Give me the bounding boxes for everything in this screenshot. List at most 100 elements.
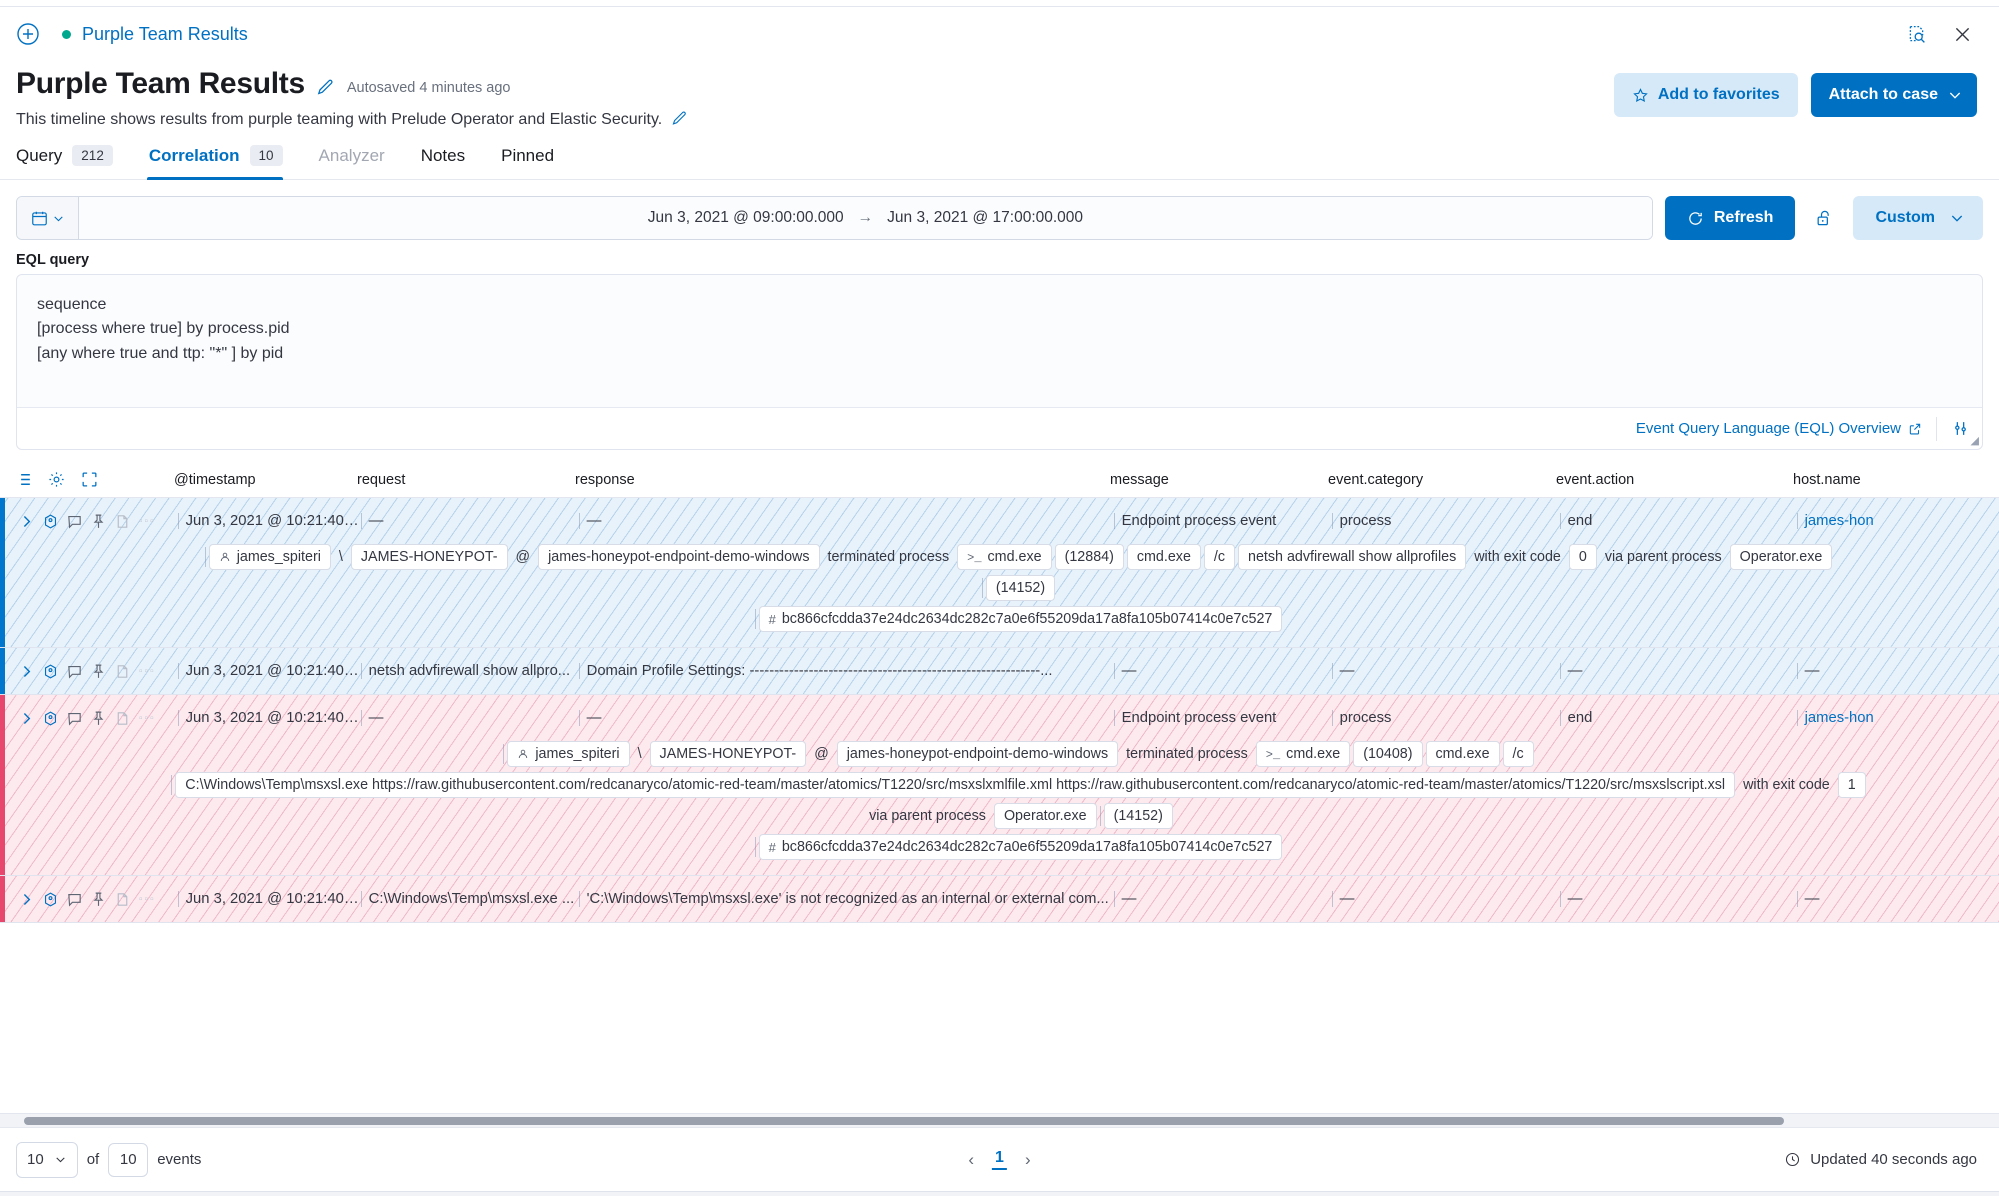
cell-message[interactable]: Endpoint process event	[1114, 710, 1332, 726]
pin-icon[interactable]	[86, 663, 110, 680]
more-actions-icon[interactable]: ▫▫▫	[139, 516, 156, 527]
description-pencil-icon[interactable]	[671, 108, 691, 128]
field-value-pill[interactable]: 1	[1837, 772, 1866, 798]
note-icon[interactable]	[62, 513, 86, 530]
cell-event-category[interactable]: process	[1332, 513, 1560, 529]
column-header-timestamp[interactable]: @timestamp	[174, 472, 357, 488]
unlock-icon[interactable]	[1807, 196, 1841, 240]
copy-icon[interactable]	[110, 663, 134, 680]
sliders-icon[interactable]	[1937, 419, 1970, 438]
copy-icon[interactable]	[110, 513, 134, 530]
gear-icon[interactable]	[47, 470, 66, 489]
inspect-icon[interactable]	[1901, 19, 1931, 49]
pencil-icon[interactable]	[316, 77, 336, 97]
cell-message[interactable]: —	[1114, 663, 1332, 679]
column-header-response[interactable]: response	[575, 472, 1110, 488]
cell-request[interactable]: —	[361, 513, 579, 529]
more-actions-icon[interactable]: ▫▫▫	[139, 713, 156, 724]
page-number-1[interactable]: 1	[992, 1149, 1007, 1170]
chevron-left-icon[interactable]: ‹	[968, 1150, 974, 1170]
cell-event-action[interactable]: end	[1560, 710, 1797, 726]
cell-request[interactable]: —	[361, 710, 579, 726]
plus-circle-icon[interactable]	[14, 20, 42, 48]
cell-host-name[interactable]: james-hon	[1797, 710, 1997, 726]
date-range-group[interactable]: Jun 3, 2021 @ 09:00:00.000 → Jun 3, 2021…	[16, 196, 1653, 240]
field-value-pill[interactable]: (12884)	[1054, 544, 1124, 570]
cell-event-category[interactable]: —	[1332, 663, 1560, 679]
cell-timestamp[interactable]: Jun 3, 2021 @ 10:21:40.564	[178, 891, 361, 907]
field-value-pill[interactable]: Operator.exe	[1729, 544, 1833, 570]
field-value-pill[interactable]: (14152)	[1103, 803, 1173, 829]
scrollbar-thumb[interactable]	[24, 1117, 1784, 1125]
eql-overview-link[interactable]: Event Query Language (EQL) Overview	[1636, 420, 1936, 437]
pin-icon[interactable]	[86, 891, 110, 908]
tab-query[interactable]: Query 212	[16, 145, 127, 179]
cell-event-action[interactable]: —	[1560, 891, 1797, 907]
column-header-request[interactable]: request	[357, 472, 575, 488]
note-icon[interactable]	[62, 710, 86, 727]
cell-message[interactable]: Endpoint process event	[1114, 513, 1332, 529]
cell-host-name[interactable]: james-hon	[1797, 513, 1997, 529]
column-header-host-name[interactable]: host.name	[1793, 472, 1861, 488]
host-name-link[interactable]: james-hon	[1805, 513, 1874, 529]
field-value-pill[interactable]: Operator.exe	[993, 803, 1097, 829]
tab-notes[interactable]: Notes	[421, 146, 479, 179]
refresh-button[interactable]: Refresh	[1664, 196, 1796, 240]
field-value-pill[interactable]: cmd.exe	[1425, 741, 1500, 767]
cell-event-action[interactable]: end	[1560, 513, 1797, 529]
table-row[interactable]: ▫▫▫ Jun 3, 2021 @ 10:21:40.070 netsh advfi…	[0, 648, 1999, 695]
resize-handle-icon[interactable]: ◢	[1971, 434, 1979, 447]
more-actions-icon[interactable]: ▫▫▫	[139, 894, 156, 905]
field-value-pill[interactable]: (14152)	[985, 575, 1056, 601]
field-value-pill[interactable]: james-honeypot-endpoint-demo-windows	[836, 741, 1119, 767]
host-name-link[interactable]: james-hon	[1805, 710, 1874, 726]
timeline-name-label[interactable]: Purple Team Results	[82, 24, 248, 45]
timeline-name-chip[interactable]: Purple Team Results	[62, 24, 248, 45]
field-value-pill[interactable]: # bc866cfcdda37e24dc2634dc282c7a0e6f55209…	[758, 606, 1283, 632]
cell-event-category[interactable]: process	[1332, 710, 1560, 726]
expand-row-icon[interactable]	[14, 513, 38, 530]
field-value-pill[interactable]: >_ cmd.exe	[1255, 741, 1351, 767]
field-value-pill[interactable]: james-honeypot-endpoint-demo-windows	[538, 544, 820, 570]
cell-event-category[interactable]: —	[1332, 891, 1560, 907]
field-value-pill[interactable]: JAMES-HONEYPOT-	[350, 544, 508, 570]
horizontal-scrollbar[interactable]	[0, 1113, 1999, 1127]
expand-row-icon[interactable]	[14, 891, 38, 908]
field-value-pill[interactable]: james_spiteri	[208, 544, 331, 570]
cell-host-name[interactable]: —	[1797, 891, 1997, 907]
cell-response[interactable]: Domain Profile Settings: ---------------…	[579, 663, 1114, 679]
expand-row-icon[interactable]	[14, 710, 38, 727]
cell-event-action[interactable]: —	[1560, 663, 1797, 679]
cell-timestamp[interactable]: Jun 3, 2021 @ 10:21:40.070	[178, 663, 361, 679]
eql-query-input[interactable]: sequence [process where true] by process…	[17, 275, 1982, 407]
field-value-pill[interactable]: C:\Windows\Temp\msxsl.exe https://raw.gi…	[175, 772, 1736, 798]
field-value-pill[interactable]: (10408)	[1353, 741, 1423, 767]
column-header-message[interactable]: message	[1110, 472, 1328, 488]
field-value-pill[interactable]: /c	[1203, 544, 1236, 570]
field-value-pill[interactable]: /c	[1502, 741, 1534, 767]
cell-response[interactable]: 'C:\Windows\Temp\msxsl.exe' is not recog…	[579, 891, 1114, 907]
attach-to-case-button[interactable]: Attach to case	[1810, 73, 1977, 117]
field-value-pill[interactable]: >_ cmd.exe	[957, 544, 1052, 570]
cell-request[interactable]: netsh advfirewall show allpro...	[361, 663, 579, 679]
tab-pinned[interactable]: Pinned	[501, 146, 568, 179]
cell-timestamp[interactable]: Jun 3, 2021 @ 10:21:40.552	[178, 710, 361, 726]
cell-host-name[interactable]: —	[1797, 663, 1997, 679]
pin-icon[interactable]	[86, 513, 110, 530]
list-icon[interactable]	[14, 470, 33, 489]
calendar-icon[interactable]	[17, 197, 79, 239]
field-value-pill[interactable]: netsh advfirewall show allprofiles	[1238, 544, 1467, 570]
event-type-icon[interactable]	[38, 663, 62, 680]
add-to-favorites-button[interactable]: Add to favorites	[1613, 73, 1798, 117]
date-range-display[interactable]: Jun 3, 2021 @ 09:00:00.000 → Jun 3, 2021…	[79, 197, 1652, 239]
cell-message[interactable]: —	[1114, 891, 1332, 907]
chevron-right-icon[interactable]: ›	[1025, 1150, 1031, 1170]
close-icon[interactable]	[1947, 19, 1977, 49]
field-value-pill[interactable]: # bc866cfcdda37e24dc2634dc282c7a0e6f55209…	[758, 834, 1283, 860]
fullscreen-icon[interactable]	[80, 470, 99, 489]
expand-row-icon[interactable]	[14, 663, 38, 680]
date-range-start[interactable]: Jun 3, 2021 @ 09:00:00.000	[648, 209, 844, 227]
date-range-end[interactable]: Jun 3, 2021 @ 17:00:00.000	[887, 209, 1083, 227]
more-actions-icon[interactable]: ▫▫▫	[139, 666, 156, 677]
table-row[interactable]: ▫▫▫ Jun 3, 2021 @ 10:21:40.552— — Endpoint …	[0, 695, 1999, 876]
